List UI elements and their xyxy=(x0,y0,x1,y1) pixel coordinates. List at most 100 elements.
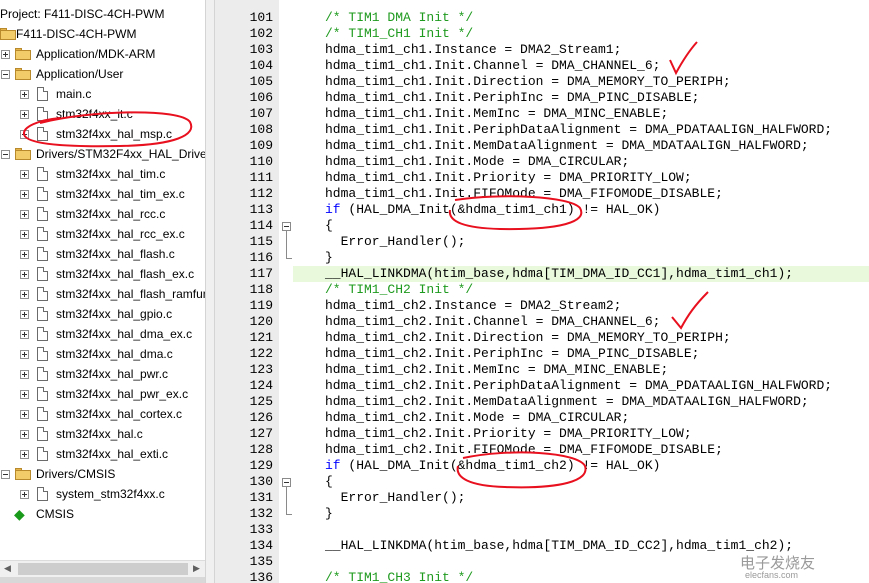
code-line[interactable]: hdma_tim1_ch1.Init.MemDataAlignment = DM… xyxy=(325,138,809,154)
code-editor[interactable]: 101 102 103 104 105 106 107 108 109 110 111 112 113 1… xyxy=(215,0,869,583)
scrollbar-thumb[interactable] xyxy=(18,563,188,575)
tree-folder-item[interactable]: Drivers/STM32F4xx_HAL_Driver xyxy=(0,144,205,164)
fold-collapse-icon[interactable] xyxy=(282,222,291,231)
code-line[interactable]: hdma_tim1_ch1.Init.Direction = DMA_MEMOR… xyxy=(325,74,731,90)
collapse-minus-icon[interactable] xyxy=(1,70,10,79)
expand-plus-icon[interactable] xyxy=(20,110,29,119)
expand-plus-icon[interactable] xyxy=(20,390,29,399)
file-icon xyxy=(37,127,48,141)
code-line[interactable]: hdma_tim1_ch2.Init.Direction = DMA_MEMOR… xyxy=(325,330,731,346)
expand-plus-icon[interactable] xyxy=(20,90,29,99)
code-line[interactable]: hdma_tim1_ch2.Init.MemInc = DMA_MINC_ENA… xyxy=(325,362,668,378)
line-number: 131 xyxy=(249,490,273,505)
expand-plus-icon[interactable] xyxy=(20,290,29,299)
code-line[interactable]: hdma_tim1_ch2.Init.Priority = DMA_PRIORI… xyxy=(325,426,692,442)
expand-plus-icon[interactable] xyxy=(20,170,29,179)
tree-file-item[interactable]: stm32f4xx_hal_exti.c xyxy=(0,444,205,464)
code-line[interactable]: hdma_tim1_ch1.Instance = DMA2_Stream1; xyxy=(325,42,621,58)
tree-file-item[interactable]: system_stm32f4xx.c xyxy=(0,484,205,504)
tree-folder-item[interactable]: Application/User xyxy=(0,64,205,84)
expand-plus-icon[interactable] xyxy=(20,430,29,439)
tree-file-item[interactable]: stm32f4xx_hal_rcc.c xyxy=(0,204,205,224)
code-line[interactable]: Error_Handler(); xyxy=(325,234,466,250)
expand-plus-icon[interactable] xyxy=(20,350,29,359)
tree-file-item[interactable]: stm32f4xx_it.c xyxy=(0,104,205,124)
collapse-minus-icon[interactable] xyxy=(1,150,10,159)
code-line[interactable]: { xyxy=(325,474,333,490)
code-line[interactable]: /* TIM1_CH2 Init */ xyxy=(325,282,473,298)
tree-file-item[interactable]: stm32f4xx_hal_dma_ex.c xyxy=(0,324,205,344)
tree-horizontal-scrollbar[interactable]: ◀ ▶ xyxy=(0,560,205,578)
code-line[interactable]: /* TIM1_CH1 Init */ xyxy=(325,26,473,42)
tree-folder-item[interactable]: Application/MDK-ARM xyxy=(0,44,205,64)
code-line[interactable]: /* TIM1 DMA Init */ xyxy=(325,10,473,26)
tree-file-item[interactable]: stm32f4xx_hal_dma.c xyxy=(0,344,205,364)
code-line[interactable]: hdma_tim1_ch1.Init.MemInc = DMA_MINC_ENA… xyxy=(325,106,668,122)
code-line[interactable]: hdma_tim1_ch1.Init.PeriphInc = DMA_PINC_… xyxy=(325,90,699,106)
code-line[interactable]: hdma_tim1_ch2.Init.PeriphInc = DMA_PINC_… xyxy=(325,346,699,362)
expand-plus-icon[interactable] xyxy=(20,130,29,139)
code-line[interactable]: Error_Handler(); xyxy=(325,490,466,506)
expand-plus-icon[interactable] xyxy=(20,310,29,319)
tree-item-label: stm32f4xx_hal_rcc.c xyxy=(56,207,166,221)
code-line[interactable]: if (HAL_DMA_Init(&hdma_tim1_ch2) != HAL_… xyxy=(325,458,660,474)
tree-file-item[interactable]: stm32f4xx_hal_flash_ex.c xyxy=(0,264,205,284)
expand-plus-icon[interactable] xyxy=(20,490,29,499)
code-line[interactable]: __HAL_LINKDMA(htim_base,hdma[TIM_DMA_ID_… xyxy=(325,538,793,554)
expand-plus-icon[interactable] xyxy=(20,190,29,199)
code-line[interactable]: hdma_tim1_ch2.Init.Mode = DMA_CIRCULAR; xyxy=(325,410,629,426)
code-line[interactable]: if (HAL_DMA_Init(&hdma_tim1_ch1) != HAL_… xyxy=(325,202,660,218)
code-line[interactable]: hdma_tim1_ch2.Init.FIFOMode = DMA_FIFOMO… xyxy=(325,442,723,458)
tree-file-item[interactable]: main.c xyxy=(0,84,205,104)
code-line[interactable]: } xyxy=(325,506,333,522)
code-line[interactable]: hdma_tim1_ch2.Init.Channel = DMA_CHANNEL… xyxy=(325,314,660,330)
code-line-current[interactable]: __HAL_LINKDMA(htim_base,hdma[TIM_DMA_ID_… xyxy=(293,266,869,282)
expand-plus-icon[interactable] xyxy=(20,410,29,419)
code-line[interactable]: hdma_tim1_ch2.Init.PeriphDataAlignment =… xyxy=(325,378,832,394)
tree-file-item[interactable]: stm32f4xx_hal_flash.c xyxy=(0,244,205,264)
expand-plus-icon[interactable] xyxy=(20,210,29,219)
tree-file-item[interactable]: stm32f4xx_hal_tim_ex.c xyxy=(0,184,205,204)
tree-file-item[interactable]: stm32f4xx_hal_pwr_ex.c xyxy=(0,384,205,404)
folder-closed-icon xyxy=(15,48,31,60)
code-line[interactable]: hdma_tim1_ch1.Init.Priority = DMA_PRIORI… xyxy=(325,170,692,186)
code-line[interactable]: hdma_tim1_ch1.Init.Channel = DMA_CHANNEL… xyxy=(325,58,660,74)
line-number-gutter: 101 102 103 104 105 106 107 108 109 110 111 112 113 1… xyxy=(215,0,279,583)
line-number: 136 xyxy=(249,570,273,583)
tree-file-item[interactable]: stm32f4xx_hal.c xyxy=(0,424,205,444)
tree-file-item[interactable]: stm32f4xx_hal_cortex.c xyxy=(0,404,205,424)
expand-plus-icon[interactable] xyxy=(20,370,29,379)
fold-collapse-icon[interactable] xyxy=(282,478,291,487)
expand-plus-icon[interactable] xyxy=(20,450,29,459)
code-text: __HAL_LINKDMA(htim_base,hdma[TIM_DMA_ID_… xyxy=(325,266,794,281)
code-text: (HAL_DMA_Init(&hdma_tim1_ch2) != HAL_OK) xyxy=(340,458,661,473)
tree-item-label: Drivers/STM32F4xx_HAL_Driver xyxy=(36,147,205,161)
tree-folder-item[interactable]: F411-DISC-4CH-PWM xyxy=(0,24,205,44)
expand-plus-icon[interactable] xyxy=(1,50,10,59)
tree-file-item[interactable]: stm32f4xx_hal_msp.c xyxy=(0,124,205,144)
code-line[interactable]: hdma_tim1_ch1.Init.Mode = DMA_CIRCULAR; xyxy=(325,154,629,170)
pane-splitter[interactable] xyxy=(205,0,215,583)
scroll-left-arrow-icon[interactable]: ◀ xyxy=(4,563,11,574)
expand-plus-icon[interactable] xyxy=(20,270,29,279)
tree-file-item[interactable]: stm32f4xx_hal_flash_ramfun xyxy=(0,284,205,304)
expand-plus-icon[interactable] xyxy=(20,250,29,259)
code-line[interactable]: hdma_tim1_ch2.Instance = DMA2_Stream2; xyxy=(325,298,621,314)
tree-folder-item[interactable]: Drivers/CMSIS xyxy=(0,464,205,484)
tree-file-item[interactable]: stm32f4xx_hal_gpio.c xyxy=(0,304,205,324)
collapse-minus-icon[interactable] xyxy=(1,470,10,479)
expand-plus-icon[interactable] xyxy=(20,230,29,239)
tree-file-item[interactable]: stm32f4xx_hal_rcc_ex.c xyxy=(0,224,205,244)
tree-file-item[interactable]: ◆ CMSIS xyxy=(0,504,205,524)
code-line[interactable]: } xyxy=(325,250,333,266)
code-line[interactable]: hdma_tim1_ch1.Init.FIFOMode = DMA_FIFOMO… xyxy=(325,186,723,202)
code-line[interactable]: { xyxy=(325,218,333,234)
code-line[interactable]: /* TIM1_CH3 Init */ xyxy=(325,570,473,583)
code-line[interactable]: hdma_tim1_ch2.Init.MemDataAlignment = DM… xyxy=(325,394,809,410)
tree-file-item[interactable]: stm32f4xx_hal_tim.c xyxy=(0,164,205,184)
scroll-right-arrow-icon[interactable]: ▶ xyxy=(193,563,200,574)
expand-plus-icon[interactable] xyxy=(20,330,29,339)
tree-item-label: Application/MDK-ARM xyxy=(36,47,156,61)
code-line[interactable]: hdma_tim1_ch1.Init.PeriphDataAlignment =… xyxy=(325,122,832,138)
tree-file-item[interactable]: stm32f4xx_hal_pwr.c xyxy=(0,364,205,384)
